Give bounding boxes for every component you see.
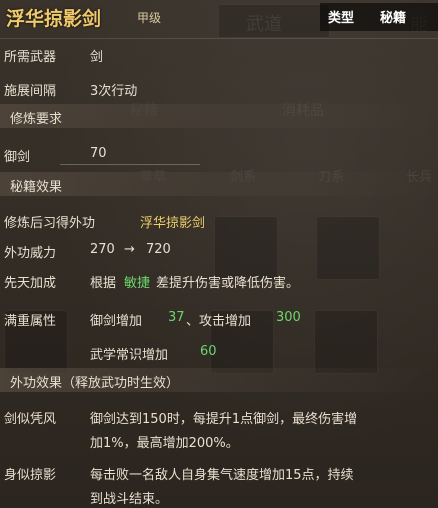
innate-text-pre: 根据 bbox=[90, 276, 117, 291]
row-required-weapon: 所需武器 剑 bbox=[0, 42, 438, 66]
row-technique-power: 外功威力 270 → 720 bbox=[0, 238, 438, 262]
sword-wind-text-1: 御剑达到150时，每提升1点御剑，最终伤害增 bbox=[90, 412, 358, 427]
value-cast-interval: 3次行动 bbox=[90, 84, 138, 99]
innate-text-post: 差提升伤害或降低伤害。 bbox=[156, 276, 300, 291]
label-required-weapon: 所需武器 bbox=[4, 50, 57, 65]
attr-line1-b: 37 bbox=[168, 310, 185, 325]
section-training-requirement: 修炼要求 bbox=[0, 104, 438, 128]
sword-wind-text-2: 加1%，最高增加200%。 bbox=[90, 436, 239, 451]
label-sword-skill: 御剑 bbox=[4, 150, 31, 165]
section-external-effects: 外功效果（释放武功时生效） bbox=[0, 368, 438, 392]
attr-line2-b: 60 bbox=[200, 344, 217, 359]
section-title: 秘籍效果 bbox=[10, 180, 63, 195]
arrow-icon: → bbox=[124, 242, 135, 257]
divider bbox=[0, 38, 438, 39]
value-power-from: 270 bbox=[90, 242, 115, 257]
body-shadow-text-2: 到战斗结束。 bbox=[90, 492, 169, 507]
label-technique-power: 外功威力 bbox=[4, 246, 57, 261]
row-cast-interval: 施展间隔 3次行动 bbox=[0, 76, 438, 100]
attr-line1-d: 300 bbox=[276, 310, 301, 325]
tab-type[interactable]: 类型 bbox=[328, 7, 354, 26]
section-title: 外功效果（释放武功时生效） bbox=[10, 376, 180, 391]
item-title: 浮华掠影剑 bbox=[6, 8, 102, 30]
row-full-attribute-2: 武学常识增加 60 bbox=[0, 340, 438, 364]
row-body-shadow: 身似掠影 每击败一名敌人自身集气速度增加15点，持续 bbox=[0, 460, 438, 484]
row-sword-requirement: 御剑 70 bbox=[0, 142, 438, 166]
label-full-attribute: 满重属性 bbox=[4, 314, 57, 329]
label-cast-interval: 施展间隔 bbox=[4, 84, 57, 99]
label-innate-bonus: 先天加成 bbox=[4, 276, 57, 291]
label-sword-wind: 剑似凭风 bbox=[4, 412, 57, 427]
label-body-shadow: 身似掠影 bbox=[4, 468, 57, 483]
row-sword-wind: 剑似凭风 御剑达到150时，每提升1点御剑，最终伤害增 bbox=[0, 404, 438, 428]
value-power-to: 720 bbox=[146, 242, 171, 257]
section-secret-effects: 秘籍效果 bbox=[0, 172, 438, 196]
row-learned-technique: 修炼后习得外功 浮华掠影剑 bbox=[0, 208, 438, 232]
body-shadow-text-1: 每击败一名敌人自身集气速度增加15点，持续 bbox=[90, 468, 354, 483]
attr-line2-a: 武学常识增加 bbox=[90, 348, 169, 363]
value-learned-technique: 浮华掠影剑 bbox=[140, 216, 206, 231]
innate-keyword: 敏捷 bbox=[124, 276, 151, 291]
requirement-bar bbox=[60, 164, 200, 165]
row-sword-wind-2: 加1%，最高增加200%。 bbox=[0, 428, 438, 452]
tooltip-header: 浮华掠影剑 甲级 类型 秘籍 bbox=[0, 0, 438, 36]
category-tabs: 类型 秘籍 bbox=[320, 3, 438, 31]
value-sword-skill: 70 bbox=[90, 146, 107, 161]
tab-secret-book[interactable]: 秘籍 bbox=[380, 7, 406, 26]
label-learned-technique: 修炼后习得外功 bbox=[4, 216, 96, 231]
attr-line1-a: 御剑增加 bbox=[90, 314, 143, 329]
value-required-weapon: 剑 bbox=[90, 50, 104, 65]
section-title: 修炼要求 bbox=[10, 112, 63, 127]
item-grade: 甲级 bbox=[137, 11, 162, 25]
row-full-attribute: 满重属性 御剑增加 37 、攻击增加 300 bbox=[0, 306, 438, 330]
attr-line1-c: 、攻击增加 bbox=[186, 314, 252, 329]
row-body-shadow-2: 到战斗结束。 bbox=[0, 484, 438, 508]
row-innate-bonus: 先天加成 根据 敏捷 差提升伤害或降低伤害。 bbox=[0, 268, 438, 292]
